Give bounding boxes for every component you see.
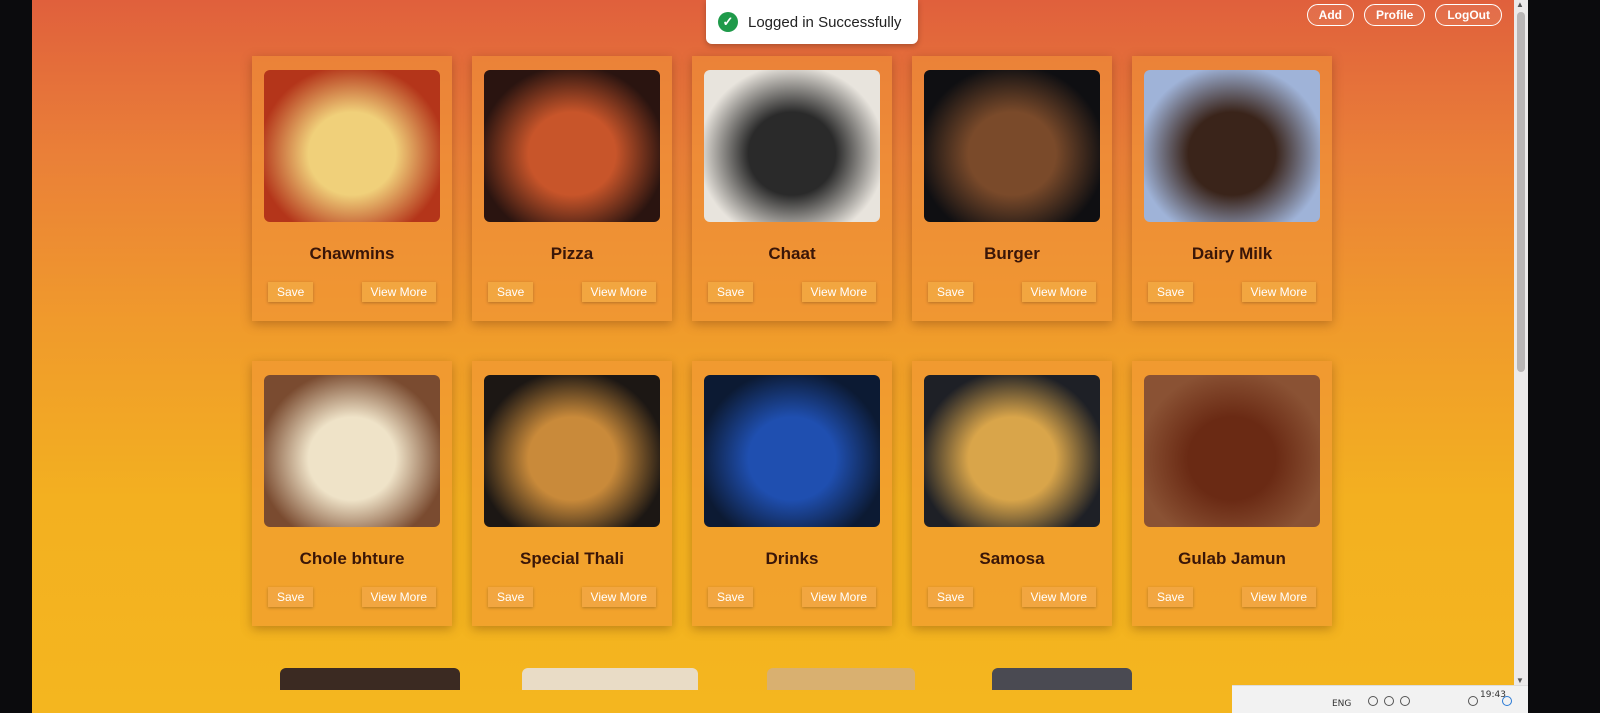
view-more-button[interactable]: View More <box>801 282 876 302</box>
save-button[interactable]: Save <box>928 282 974 302</box>
wifi-icon[interactable] <box>1368 696 1378 706</box>
gulab-jamun-photo <box>1144 375 1320 527</box>
chaat-photo <box>704 70 880 222</box>
pepsi-photo <box>704 375 880 527</box>
save-button[interactable]: Save <box>268 587 314 607</box>
food-card: Chole bhture Save View More <box>252 361 452 626</box>
card-actions: Save View More <box>488 282 656 302</box>
vertical-scrollbar[interactable]: ▲ ▼ <box>1514 0 1528 685</box>
food-name: Pizza <box>550 244 594 263</box>
scroll-down-icon[interactable]: ▼ <box>1516 676 1524 685</box>
view-more-button[interactable]: View More <box>581 282 656 302</box>
food-card: Drinks Save View More <box>692 361 892 626</box>
card-actions: Save View More <box>1148 282 1316 302</box>
save-button[interactable]: Save <box>708 587 754 607</box>
card-actions: Save View More <box>928 587 1096 607</box>
food-name: Chaat <box>768 244 816 263</box>
add-button[interactable]: Add <box>1306 4 1354 26</box>
food-name: Gulab Jamun <box>1178 549 1286 568</box>
save-button[interactable]: Save <box>268 282 314 302</box>
view-more-button[interactable]: View More <box>1241 282 1316 302</box>
food-name: Samosa <box>979 549 1045 568</box>
food-card: Pizza Save View More <box>472 56 672 321</box>
battery-icon[interactable] <box>1400 696 1410 706</box>
view-more-button[interactable]: View More <box>361 587 436 607</box>
volume-icon[interactable] <box>1384 696 1394 706</box>
save-button[interactable]: Save <box>488 587 534 607</box>
card-actions: Save View More <box>708 282 876 302</box>
profile-button[interactable]: Profile <box>1364 4 1426 26</box>
food-card: Chawmins Save View More <box>252 56 452 321</box>
login-toast: ✓ Logged in Successfully <box>706 0 918 44</box>
save-button[interactable]: Save <box>488 282 534 302</box>
copilot-icon[interactable] <box>1502 696 1512 706</box>
view-more-button[interactable]: View More <box>581 587 656 607</box>
card-actions: Save View More <box>708 587 876 607</box>
view-more-button[interactable]: View More <box>801 587 876 607</box>
taskbar: ENG 19:43 <box>1232 685 1528 713</box>
samosa-photo <box>924 375 1100 527</box>
card-actions: Save View More <box>268 587 436 607</box>
menu-grid: Chawmins Save View More Pizza Save View … <box>252 56 1362 626</box>
view-more-button[interactable]: View More <box>361 282 436 302</box>
pizza-photo <box>484 70 660 222</box>
partial-card-image <box>767 668 915 690</box>
food-card: Gulab Jamun Save View More <box>1132 361 1332 626</box>
partial-card-image <box>280 668 460 690</box>
card-actions: Save View More <box>928 282 1096 302</box>
view-more-button[interactable]: View More <box>1021 282 1096 302</box>
logout-button[interactable]: LogOut <box>1435 4 1502 26</box>
food-card: Chaat Save View More <box>692 56 892 321</box>
chole-photo <box>264 375 440 527</box>
chocolate-photo <box>1144 70 1320 222</box>
card-actions: Save View More <box>488 587 656 607</box>
food-name: Dairy Milk <box>1191 244 1273 263</box>
check-circle-icon: ✓ <box>718 12 738 32</box>
food-card: Burger Save View More <box>912 56 1112 321</box>
card-actions: Save View More <box>268 282 436 302</box>
food-name: Special Thali <box>520 549 624 568</box>
scrollbar-thumb[interactable] <box>1517 12 1525 372</box>
view-more-button[interactable]: View More <box>1021 587 1096 607</box>
save-button[interactable]: Save <box>708 282 754 302</box>
food-card: Samosa Save View More <box>912 361 1112 626</box>
food-name: Drinks <box>765 549 819 568</box>
save-button[interactable]: Save <box>928 587 974 607</box>
partial-card-image <box>992 668 1132 690</box>
burger-photo <box>924 70 1100 222</box>
food-name: Burger <box>984 244 1040 263</box>
notification-icon[interactable] <box>1468 696 1478 706</box>
thali-photo <box>484 375 660 527</box>
toast-message: Logged in Successfully <box>748 13 902 31</box>
card-actions: Save View More <box>1148 587 1316 607</box>
food-name: Chawmins <box>309 244 395 263</box>
food-card: Dairy Milk Save View More <box>1132 56 1332 321</box>
save-button[interactable]: Save <box>1148 587 1194 607</box>
partial-card-image <box>522 668 698 690</box>
view-more-button[interactable]: View More <box>1241 587 1316 607</box>
food-card: Special Thali Save View More <box>472 361 672 626</box>
save-button[interactable]: Save <box>1148 282 1194 302</box>
language-indicator[interactable]: ENG <box>1332 699 1351 709</box>
top-nav: Add Profile LogOut <box>1306 4 1502 26</box>
food-name: Chole bhture <box>299 549 405 568</box>
app-window: Add Profile LogOut ✓ Logged in Successfu… <box>32 0 1528 713</box>
noodles-photo <box>264 70 440 222</box>
scroll-up-icon[interactable]: ▲ <box>1516 0 1524 9</box>
